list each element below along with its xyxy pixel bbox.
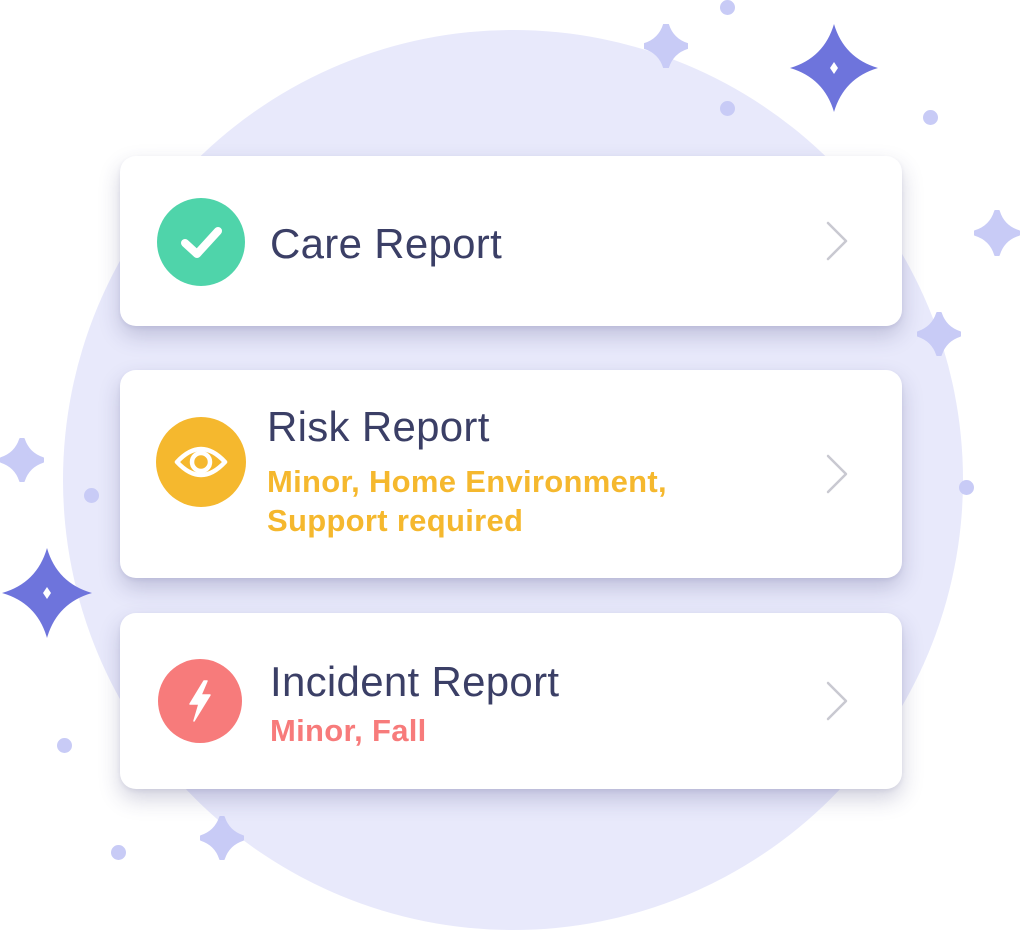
decor-dot bbox=[720, 101, 735, 116]
chevron-right-icon[interactable] bbox=[822, 679, 852, 723]
sparkle-small-icon bbox=[644, 24, 688, 68]
sparkle-large-icon bbox=[2, 548, 92, 638]
checkmark-icon bbox=[157, 198, 245, 286]
sparkle-small-icon bbox=[917, 312, 961, 356]
lightning-bolt-icon bbox=[158, 659, 242, 743]
risk-report-card[interactable]: Risk Report Minor, Home Environment, Sup… bbox=[120, 370, 902, 578]
decor-dot bbox=[84, 488, 99, 503]
care-report-card[interactable]: Care Report bbox=[120, 156, 902, 326]
decor-dot bbox=[720, 0, 735, 15]
care-report-title: Care Report bbox=[270, 220, 503, 267]
sparkle-small-icon bbox=[200, 816, 244, 860]
sparkle-small-icon bbox=[0, 438, 44, 482]
eye-icon bbox=[156, 417, 246, 507]
chevron-right-icon[interactable] bbox=[822, 219, 852, 263]
decor-dot bbox=[959, 480, 974, 495]
decor-dot bbox=[57, 738, 72, 753]
incident-report-title: Incident Report bbox=[270, 658, 560, 705]
chevron-right-icon[interactable] bbox=[822, 452, 852, 496]
sparkle-small-icon bbox=[974, 210, 1020, 256]
risk-report-details: Minor, Home Environment, Support require… bbox=[267, 464, 667, 538]
incident-report-details: Minor, Fall bbox=[270, 713, 427, 748]
decor-dot bbox=[923, 110, 938, 125]
risk-report-title: Risk Report bbox=[267, 403, 490, 450]
sparkle-large-icon bbox=[790, 24, 878, 112]
decor-dot bbox=[111, 845, 126, 860]
incident-report-card[interactable]: Incident Report Minor, Fall bbox=[120, 613, 902, 789]
